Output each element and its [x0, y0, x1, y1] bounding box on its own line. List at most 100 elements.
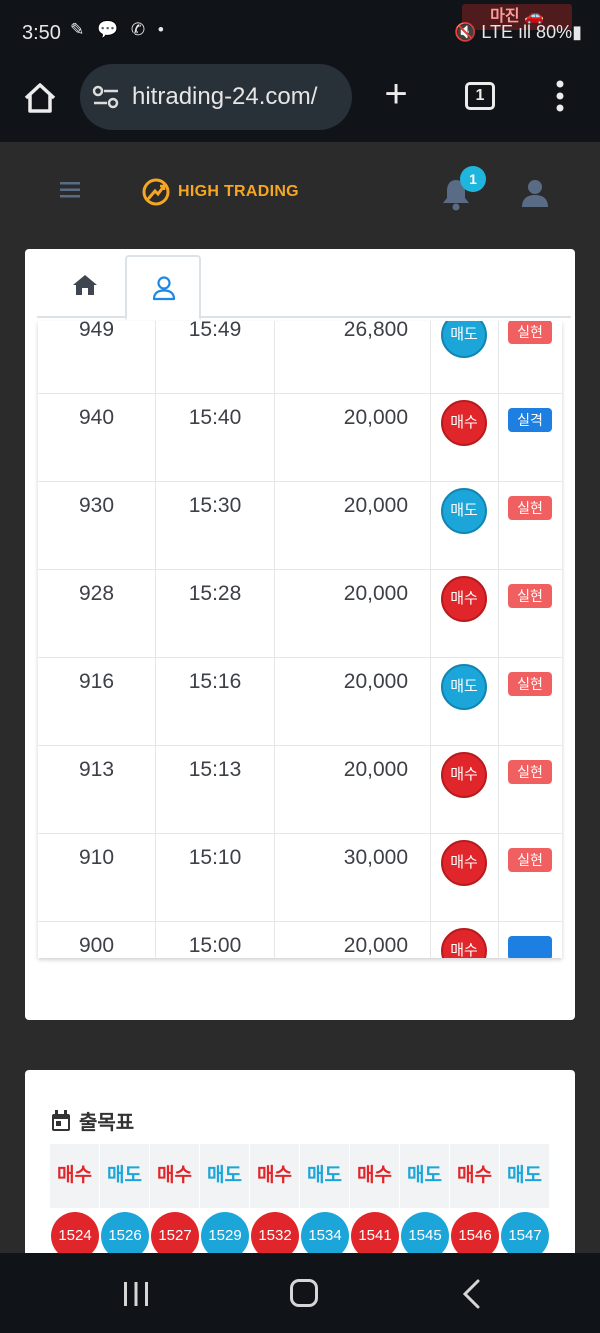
browser-toolbar: hitrading-24.com/ + 1 — [0, 62, 600, 142]
trade-no: 900 — [38, 922, 156, 958]
address-bar[interactable]: hitrading-24.com/ — [80, 64, 352, 130]
chulmok-card: 출목표 매수 매도 매수 매도 매수 매도 매수 매도 매수 매도 1524 1… — [25, 1070, 575, 1270]
table-row: 949 15:49 26,800 매도 실현 — [38, 321, 562, 394]
trade-result-cell: 실현 — [499, 746, 562, 834]
browser-home-button[interactable] — [20, 78, 60, 118]
trade-result-cell — [499, 922, 562, 958]
card-tabs — [37, 249, 571, 320]
result-badge: 실현 — [508, 321, 552, 344]
buy-badge: 매수 — [441, 928, 487, 958]
trade-no: 949 — [38, 321, 156, 394]
status-bar: 3:50 ✎ 💬 ✆ • 마진 🚗 🔇 LTE ıll 80%▮ — [0, 0, 600, 62]
trade-result-cell: 실현 — [499, 482, 562, 570]
table-row: 913 15:13 20,000 매수 실현 — [38, 746, 562, 834]
trade-result-cell: 실현 — [499, 834, 562, 922]
trade-no: 916 — [38, 658, 156, 746]
new-tab-button[interactable]: + — [378, 74, 414, 116]
trade-amount: 20,000 — [275, 658, 431, 746]
buy-badge: 매수 — [441, 576, 487, 622]
hamburger-menu-icon[interactable] — [60, 182, 80, 198]
system-nav-bar — [0, 1253, 600, 1333]
buy-badge: 매수 — [441, 840, 487, 886]
user-profile-icon[interactable] — [520, 178, 550, 208]
sell-badge: 매도 — [441, 321, 487, 358]
home-icon — [24, 83, 56, 113]
trade-amount: 20,000 — [275, 922, 431, 958]
trade-side-cell: 매수 — [431, 570, 499, 658]
site-header: HIGH TRADING 1 — [0, 142, 600, 242]
trade-side-cell: 매도 — [431, 321, 499, 394]
trade-side-cell: 매수 — [431, 834, 499, 922]
trade-amount: 20,000 — [275, 570, 431, 658]
home-icon — [73, 275, 97, 295]
trade-no: 910 — [38, 834, 156, 922]
trade-result-cell: 실현 — [499, 658, 562, 746]
table-row: 928 15:28 20,000 매수 실현 — [38, 570, 562, 658]
chulmok-header: 매도 — [100, 1144, 150, 1208]
result-badge: 실현 — [508, 584, 552, 608]
chulmok-header: 매수 — [450, 1144, 500, 1208]
trade-side-cell: 매도 — [431, 482, 499, 570]
tab-home[interactable] — [47, 255, 123, 318]
tab-switcher-button[interactable]: 1 — [465, 82, 495, 110]
chulmok-header: 매도 — [500, 1144, 550, 1208]
result-badge: 실현 — [508, 760, 552, 784]
trade-time: 15:10 — [156, 834, 275, 922]
sell-badge: 매도 — [441, 488, 487, 534]
site-logo[interactable]: HIGH TRADING — [142, 178, 299, 206]
result-badge: 실현 — [508, 672, 552, 696]
trade-amount: 30,000 — [275, 834, 431, 922]
system-status: 🔇 LTE ıll 80%▮ — [453, 22, 582, 42]
chulmok-header: 매도 — [200, 1144, 250, 1208]
url-text: hitrading-24.com/ — [132, 83, 318, 110]
tab-user[interactable] — [125, 255, 201, 320]
recent-apps-icon[interactable] — [122, 1281, 150, 1307]
chulmok-title: 출목표 — [51, 1106, 134, 1135]
chulmok-header: 매도 — [300, 1144, 350, 1208]
trade-table[interactable]: 949 15:49 26,800 매도 실현 940 15:40 20,000 … — [38, 321, 562, 958]
sell-badge: 매도 — [441, 664, 487, 710]
trade-time: 15:30 — [156, 482, 275, 570]
chulmok-title-text: 출목표 — [79, 1112, 135, 1134]
table-row: 900 15:00 20,000 매수 — [38, 922, 562, 958]
trade-time: 15:16 — [156, 658, 275, 746]
chulmok-header: 매수 — [350, 1144, 400, 1208]
more-vert-icon[interactable] — [548, 78, 572, 114]
trade-history-card: 949 15:49 26,800 매도 실현 940 15:40 20,000 … — [25, 249, 575, 1020]
trade-side-cell: 매수 — [431, 922, 499, 958]
trade-time: 15:28 — [156, 570, 275, 658]
chulmok-header: 매수 — [50, 1144, 100, 1208]
chulmok-header: 매도 — [400, 1144, 450, 1208]
table-row: 940 15:40 20,000 매수 실격 — [38, 394, 562, 482]
trade-side-cell: 매수 — [431, 394, 499, 482]
system-home-button[interactable] — [290, 1279, 318, 1307]
result-badge — [508, 936, 552, 958]
trade-amount: 20,000 — [275, 394, 431, 482]
trade-no: 930 — [38, 482, 156, 570]
buy-badge: 매수 — [441, 752, 487, 798]
back-chevron-icon[interactable] — [460, 1279, 482, 1309]
result-badge: 실현 — [508, 496, 552, 520]
trade-no: 940 — [38, 394, 156, 482]
table-row: 916 15:16 20,000 매도 실현 — [38, 658, 562, 746]
result-badge: 실현 — [508, 848, 552, 872]
calendar-icon — [52, 1109, 70, 1131]
buy-badge: 매수 — [441, 400, 487, 446]
chulmok-header: 매수 — [150, 1144, 200, 1208]
user-outline-icon — [152, 276, 176, 301]
notification-icons: ✎ 💬 ✆ • — [70, 20, 168, 39]
trade-time: 15:00 — [156, 922, 275, 958]
trade-amount: 20,000 — [275, 746, 431, 834]
trade-amount: 26,800 — [275, 321, 431, 394]
trade-time: 15:40 — [156, 394, 275, 482]
logo-text: HIGH TRADING — [178, 183, 299, 200]
trade-side-cell: 매도 — [431, 658, 499, 746]
result-badge: 실격 — [508, 408, 552, 432]
trade-time: 15:13 — [156, 746, 275, 834]
table-row: 930 15:30 20,000 매도 실현 — [38, 482, 562, 570]
site-settings-icon[interactable] — [92, 84, 120, 110]
table-row: 910 15:10 30,000 매수 실현 — [38, 834, 562, 922]
trade-result-cell: 실격 — [499, 394, 562, 482]
trade-result-cell: 실현 — [499, 321, 562, 394]
chulmok-header: 매수 — [250, 1144, 300, 1208]
